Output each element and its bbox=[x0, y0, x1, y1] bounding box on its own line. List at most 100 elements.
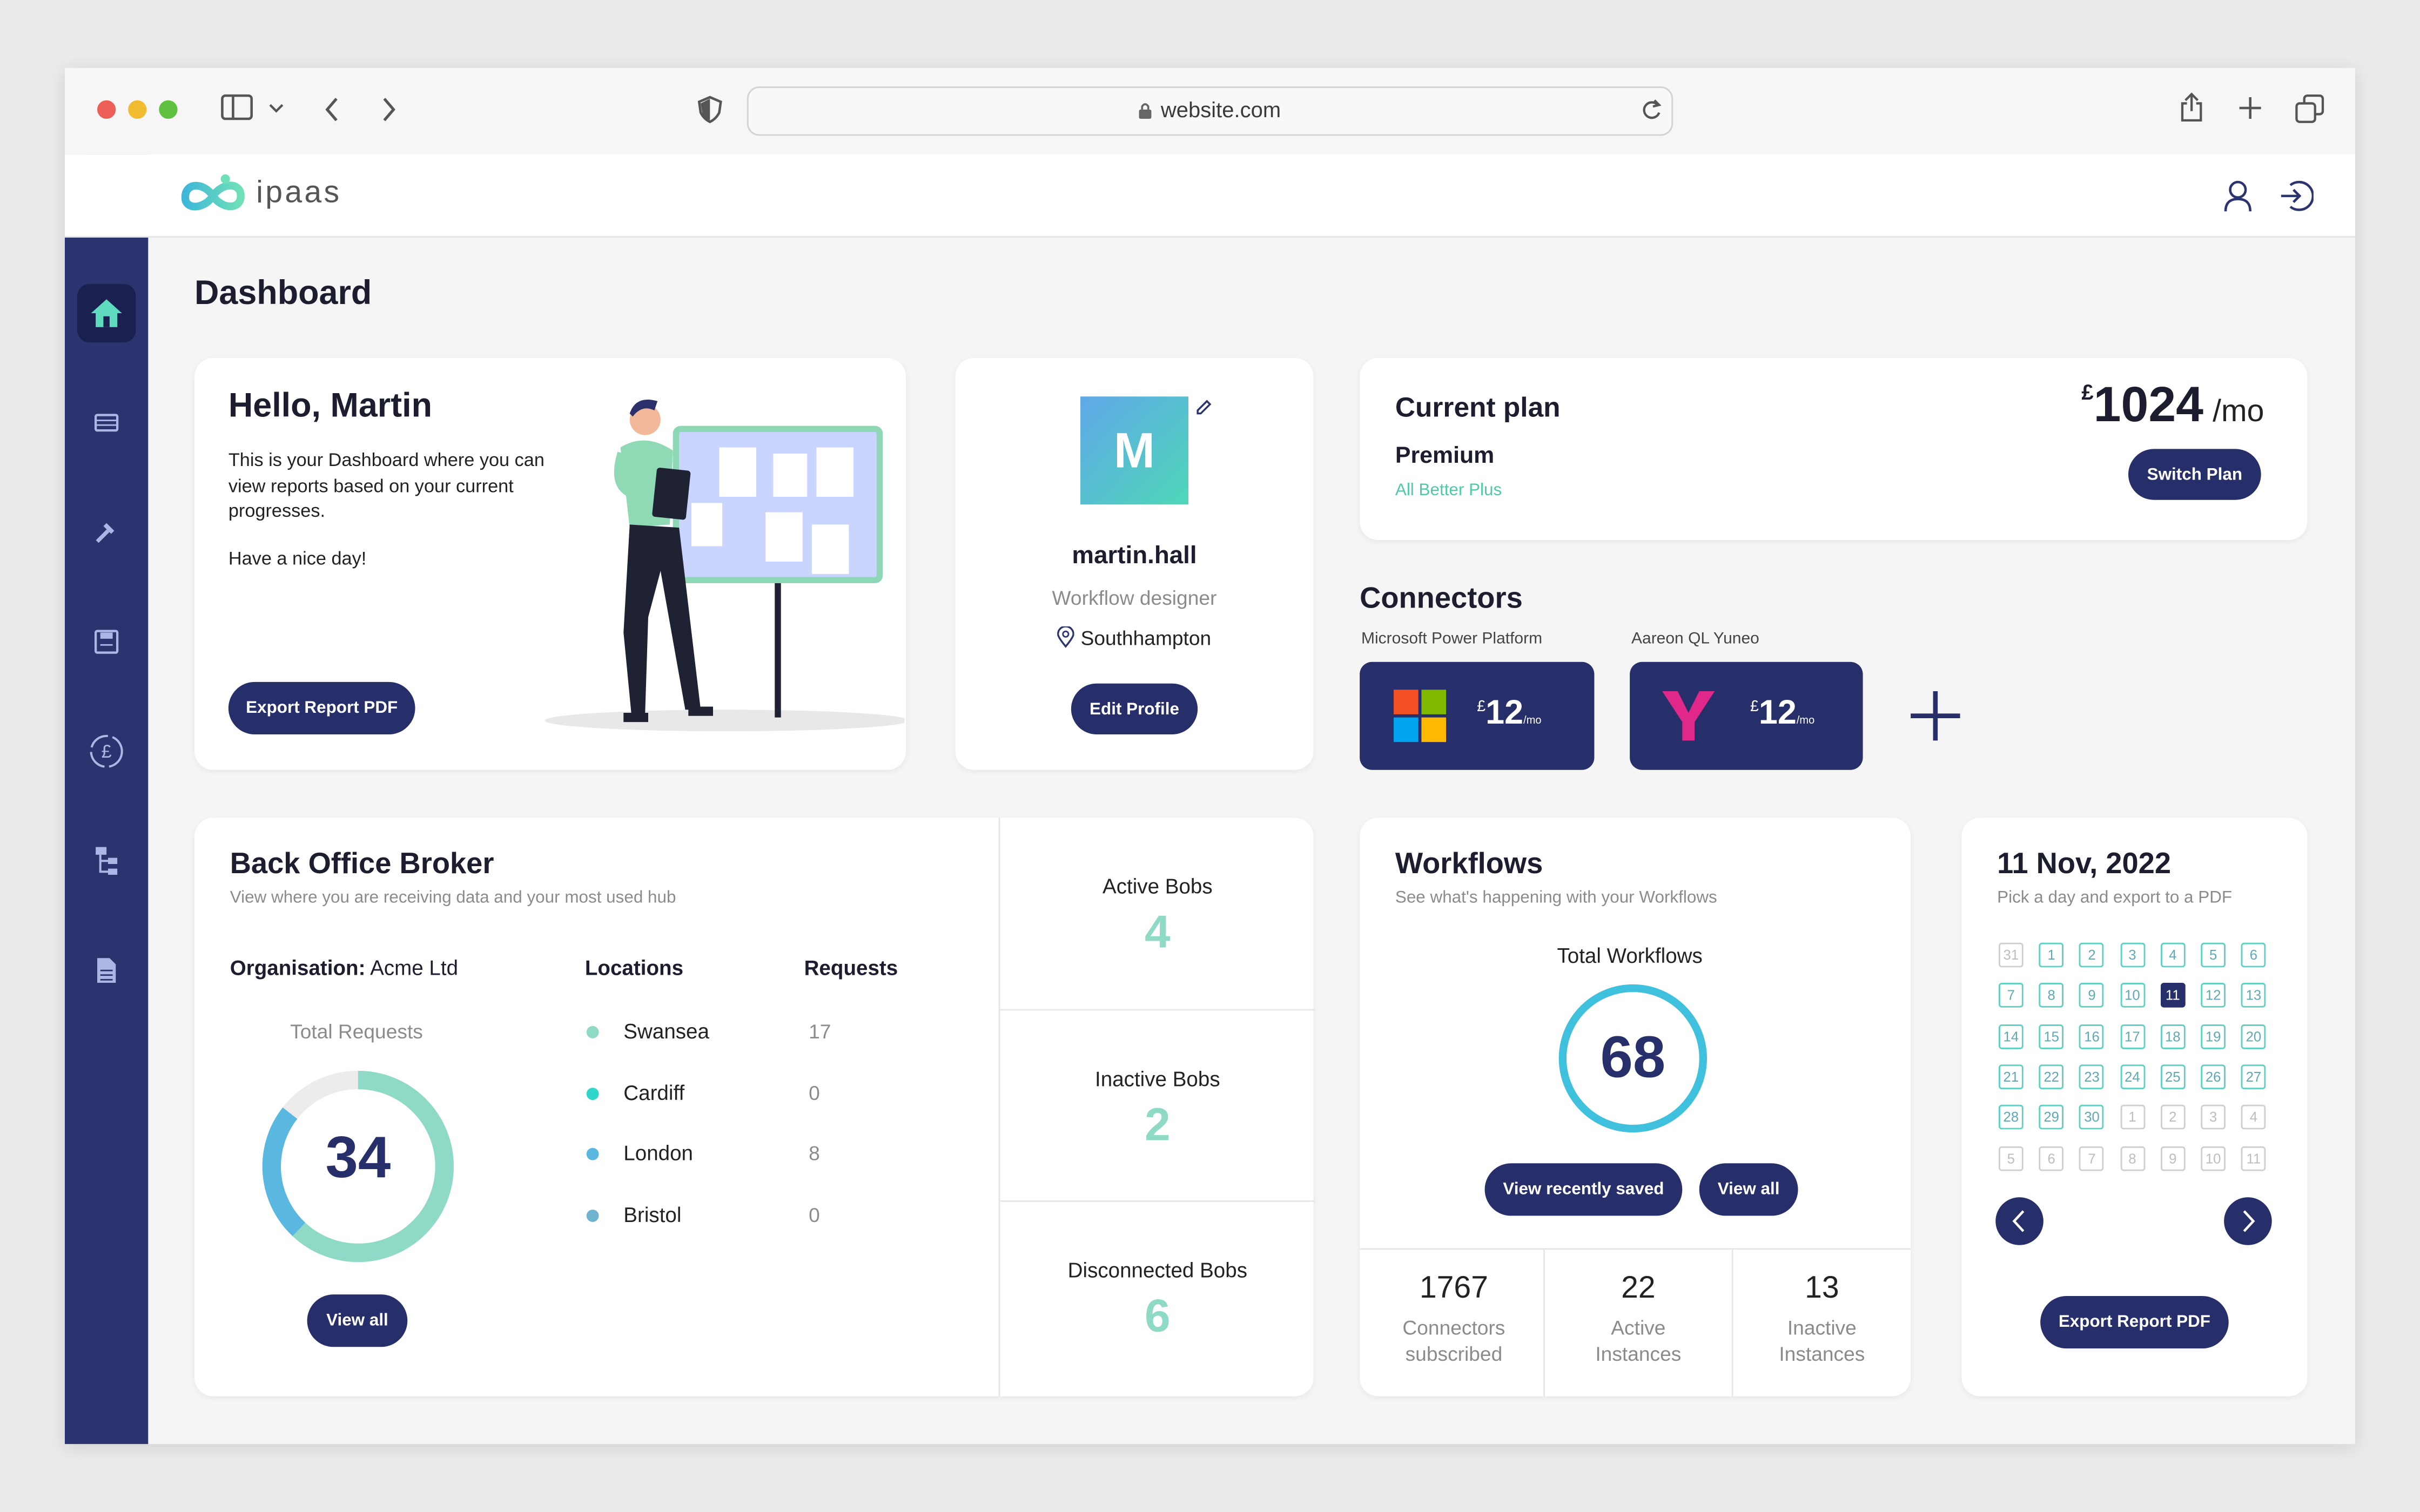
profile-location-text: Southhampton bbox=[1080, 626, 1212, 650]
calendar-day[interactable]: 2 bbox=[2079, 942, 2105, 968]
ipaas-logo-icon[interactable] bbox=[179, 173, 247, 219]
calendar-day[interactable]: 7 bbox=[2079, 1145, 2105, 1171]
calendar-day[interactable]: 2 bbox=[2160, 1105, 2186, 1130]
calendar-day[interactable]: 5 bbox=[2201, 942, 2226, 968]
new-tab-icon[interactable] bbox=[2238, 96, 2263, 120]
chevron-down-icon[interactable] bbox=[268, 102, 284, 114]
screenshot-root: website.com M ipaas £ bbox=[0, 0, 2420, 1512]
logout-icon[interactable] bbox=[2280, 179, 2314, 213]
calendar-day[interactable]: 16 bbox=[2079, 1023, 2105, 1049]
minimize-window-button[interactable] bbox=[128, 100, 147, 119]
connector-card-yuneo[interactable]: £12/mo bbox=[1630, 662, 1863, 770]
profile-username: martin.hall bbox=[1072, 543, 1197, 570]
calendar-day[interactable]: 6 bbox=[2241, 942, 2266, 968]
avatar[interactable]: M bbox=[1080, 396, 1188, 505]
calendar-day[interactable]: 10 bbox=[2120, 983, 2145, 1008]
workflows-title: Workflows bbox=[1395, 848, 1543, 881]
edit-profile-button[interactable]: Edit Profile bbox=[1071, 683, 1198, 734]
location-pin-icon bbox=[1057, 625, 1075, 648]
edit-pencil-icon[interactable] bbox=[1194, 398, 1213, 416]
sidebar-toggle-icon[interactable] bbox=[221, 94, 255, 122]
sidebar-item-tools[interactable] bbox=[77, 503, 136, 562]
calendar-day[interactable]: 15 bbox=[2039, 1023, 2064, 1049]
sidebar-item-documents[interactable] bbox=[77, 941, 136, 1000]
calendar-day[interactable]: 4 bbox=[2241, 1105, 2266, 1130]
user-account-icon[interactable] bbox=[2222, 179, 2253, 213]
calendar-day[interactable]: 3 bbox=[2201, 1105, 2226, 1130]
calendar-day[interactable]: 30 bbox=[2079, 1105, 2105, 1130]
location-row: Swansea 17 bbox=[194, 1020, 997, 1051]
calendar-day[interactable]: 26 bbox=[2201, 1064, 2226, 1089]
calendar-day[interactable]: 19 bbox=[2201, 1023, 2226, 1049]
calendar-day[interactable]: 6 bbox=[2039, 1145, 2064, 1171]
reload-icon[interactable] bbox=[1641, 99, 1662, 122]
calendar-day[interactable]: 9 bbox=[2079, 983, 2105, 1008]
org-value: Acme Ltd bbox=[370, 956, 459, 980]
sidebar-item-home[interactable] bbox=[77, 284, 136, 343]
sidebar-item-billing[interactable]: £ bbox=[77, 722, 136, 781]
calendar-day[interactable]: 1 bbox=[2039, 942, 2064, 968]
share-icon[interactable] bbox=[2179, 92, 2204, 123]
tabs-overview-icon[interactable] bbox=[2295, 94, 2326, 123]
calendar-day[interactable]: 27 bbox=[2241, 1064, 2266, 1089]
calendar-day[interactable]: 29 bbox=[2039, 1105, 2064, 1130]
org-label: Organisation: bbox=[230, 956, 366, 980]
sidebar-item-workflows[interactable] bbox=[77, 832, 136, 890]
close-window-button[interactable] bbox=[97, 100, 116, 119]
chevron-left-icon bbox=[2012, 1210, 2025, 1232]
calendar-export-button[interactable]: Export Report PDF bbox=[2040, 1296, 2229, 1349]
stat-label-line2: Instances bbox=[1779, 1342, 1865, 1366]
calendar-day[interactable]: 5 bbox=[1999, 1145, 2024, 1171]
workflows-view-all-button[interactable]: View all bbox=[1699, 1163, 1798, 1216]
calendar-day[interactable]: 22 bbox=[2039, 1064, 2064, 1089]
calendar-prev-button[interactable] bbox=[1995, 1197, 2043, 1245]
calendar-day[interactable]: 7 bbox=[1999, 983, 2024, 1008]
calendar-day[interactable]: 21 bbox=[1999, 1064, 2024, 1089]
bob-stat-active: Active Bobs 4 bbox=[1000, 818, 1315, 1011]
calendar-day[interactable]: 11 bbox=[2160, 983, 2186, 1008]
address-bar[interactable]: website.com bbox=[747, 86, 1673, 136]
calendar-day[interactable]: 17 bbox=[2120, 1023, 2145, 1049]
workflows-divider bbox=[1360, 1248, 1911, 1250]
calendar-day[interactable]: 9 bbox=[2160, 1145, 2186, 1171]
maximize-window-button[interactable] bbox=[159, 100, 178, 119]
sidebar-item-storage[interactable] bbox=[77, 612, 136, 671]
add-connector-icon[interactable] bbox=[1907, 688, 1963, 744]
calendar-day[interactable]: 10 bbox=[2201, 1145, 2226, 1171]
calendar-day[interactable]: 4 bbox=[2160, 942, 2186, 968]
broker-subtitle: View where you are receiving data and yo… bbox=[230, 888, 676, 907]
microsoft-icon bbox=[1394, 690, 1447, 742]
calendar-day[interactable]: 1 bbox=[2120, 1105, 2145, 1130]
export-report-button[interactable]: Export Report PDF bbox=[228, 681, 415, 734]
calendar-next-button[interactable] bbox=[2224, 1197, 2272, 1245]
broker-view-all-button[interactable]: View all bbox=[307, 1294, 408, 1347]
connector-price-1: £12/mo bbox=[1750, 693, 1814, 733]
calendar-day[interactable]: 20 bbox=[2241, 1023, 2266, 1049]
sidebar-item-reports[interactable] bbox=[77, 394, 136, 453]
connector-card-microsoft[interactable]: £12/mo bbox=[1360, 662, 1595, 770]
calendar-day[interactable]: 12 bbox=[2201, 983, 2226, 1008]
view-recently-saved-button[interactable]: View recently saved bbox=[1484, 1163, 1683, 1216]
forward-arrow-icon[interactable] bbox=[380, 96, 398, 123]
switch-plan-button[interactable]: Switch Plan bbox=[2128, 449, 2261, 500]
calendar-day[interactable]: 24 bbox=[2120, 1064, 2145, 1089]
calendar-day[interactable]: 23 bbox=[2079, 1064, 2105, 1089]
lock-icon bbox=[1139, 103, 1152, 119]
calendar-day[interactable]: 11 bbox=[2241, 1145, 2266, 1171]
workflows-subtitle: See what's happening with your Workflows bbox=[1395, 888, 1717, 907]
calendar-day[interactable]: 3 bbox=[2120, 942, 2145, 968]
calendar-day[interactable]: 18 bbox=[2160, 1023, 2186, 1049]
calendar-day[interactable]: 13 bbox=[2241, 983, 2266, 1008]
plan-tier-sub[interactable]: All Better Plus bbox=[1395, 481, 1502, 500]
calendar-day[interactable]: 14 bbox=[1999, 1023, 2024, 1049]
calendar-day[interactable]: 8 bbox=[2039, 983, 2064, 1008]
connector-price-0: £12/mo bbox=[1477, 693, 1541, 733]
svg-text:£: £ bbox=[102, 741, 112, 762]
back-arrow-icon[interactable] bbox=[322, 96, 341, 123]
shield-icon[interactable] bbox=[697, 96, 722, 124]
welcome-body: This is your Dashboard where you can vie… bbox=[228, 449, 544, 522]
calendar-day[interactable]: 28 bbox=[1999, 1105, 2024, 1130]
calendar-day[interactable]: 31 bbox=[1999, 942, 2024, 968]
calendar-day[interactable]: 25 bbox=[2160, 1064, 2186, 1089]
calendar-day[interactable]: 8 bbox=[2120, 1145, 2145, 1171]
